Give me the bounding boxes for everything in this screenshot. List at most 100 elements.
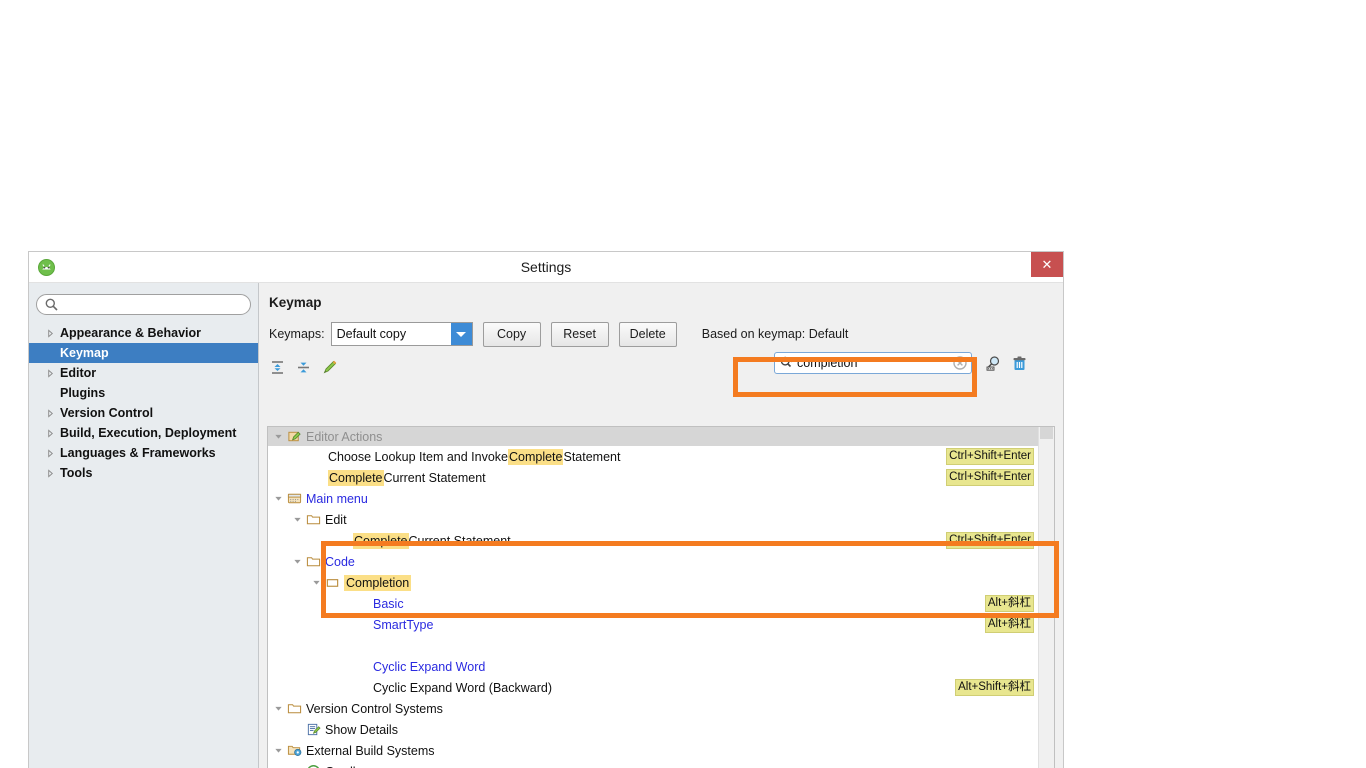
dialog-body: Appearance & Behavior Keymap Editor Plug…: [29, 283, 1063, 768]
sidebar-search-input[interactable]: [36, 294, 251, 315]
tree-row-smarttype[interactable]: SmartType Alt+斜杠: [268, 614, 1038, 635]
tree-row-label: Edit: [325, 512, 347, 527]
chevron-right-icon: [46, 448, 60, 458]
folder-open-icon: [324, 575, 340, 591]
keymaps-label: Keymaps:: [269, 327, 325, 341]
shortcut-badge: Alt+斜杠: [984, 595, 1034, 612]
chevron-down-icon[interactable]: [290, 557, 305, 566]
edit-shortcut-icon[interactable]: [321, 359, 338, 376]
close-button[interactable]: ✕: [1031, 252, 1063, 277]
sidebar-item-label: Build, Execution, Deployment: [60, 426, 237, 440]
sidebar-item-appearance-behavior[interactable]: Appearance & Behavior: [36, 323, 251, 343]
sidebar-item-label: Appearance & Behavior: [60, 326, 202, 340]
sidebar-item-keymap[interactable]: Keymap: [29, 343, 258, 363]
action-search-field[interactable]: [774, 352, 972, 374]
tree-row-label: Cyclic Expand Word (Backward): [373, 680, 552, 695]
chevron-down-icon[interactable]: [271, 704, 286, 713]
action-search-input[interactable]: [797, 354, 947, 372]
sidebar-tree: Appearance & Behavior Keymap Editor Plug…: [29, 323, 258, 483]
sidebar-item-label: Keymap: [60, 346, 109, 360]
tree-row-choose-lookup-item[interactable]: Choose Lookup Item and Invoke Complete S…: [268, 446, 1038, 467]
tree-row-edit[interactable]: Edit: [268, 509, 1038, 530]
search-match-highlight: Completion: [344, 574, 412, 591]
chevron-right-icon: [46, 328, 60, 338]
tree-row-label: Show Details: [325, 722, 398, 737]
tree-row-label: Gradle: [325, 765, 363, 768]
tree-row-complete-current-statement-edit[interactable]: Complete Current Statement Ctrl+Shift+En…: [268, 530, 1038, 551]
chevron-down-icon[interactable]: [271, 494, 286, 503]
tree-row-label: Version Control Systems: [306, 701, 443, 716]
find-by-shortcut-icon[interactable]: [985, 355, 1002, 372]
search-match-highlight: Complete: [507, 448, 564, 465]
tree-row-external-build-systems[interactable]: External Build Systems: [268, 740, 1038, 761]
chevron-right-icon: [46, 368, 60, 378]
shortcut-badge: Alt+Shift+斜杠: [955, 679, 1034, 696]
delete-keymap-button[interactable]: Delete: [618, 321, 677, 347]
tree-row-basic[interactable]: Basic Alt+斜杠: [268, 593, 1038, 614]
delete-icon[interactable]: [1011, 355, 1028, 372]
tree-row-label: Editor Actions: [306, 429, 383, 444]
sidebar-item-plugins[interactable]: Plugins: [36, 383, 251, 403]
settings-dialog: Settings ✕ Appearance & Behavior Keymap …: [28, 251, 1064, 768]
tree-row-label-suffix: Current Statement: [383, 470, 486, 485]
based-on-keymap-label: Based on keymap: Default: [701, 327, 849, 341]
tree-row-version-control-systems[interactable]: Version Control Systems: [268, 698, 1038, 719]
tree-row-editor-actions[interactable]: Editor Actions: [268, 427, 1038, 446]
sidebar-item-label: Languages & Frameworks: [60, 446, 216, 460]
folder-icon: [286, 701, 302, 717]
tree-row-label-suffix: Current Statement: [408, 533, 511, 548]
tree-row-code[interactable]: Code: [268, 551, 1038, 572]
tree-row-label: Main menu: [306, 491, 368, 506]
reset-button[interactable]: Reset: [550, 321, 609, 347]
keymap-select[interactable]: Default copy: [330, 322, 473, 346]
sidebar-item-tools[interactable]: Tools: [36, 463, 251, 483]
tree-row-gradle[interactable]: Gradle: [268, 761, 1038, 768]
sidebar-search: [36, 294, 251, 315]
copy-button[interactable]: Copy: [482, 321, 541, 347]
sidebar-item-label: Plugins: [60, 386, 106, 400]
sidebar-item-editor[interactable]: Editor: [36, 363, 251, 383]
tree-row-label: Cyclic Expand Word: [373, 659, 486, 674]
keymap-actions-tree: Editor Actions Choose Lookup Item and In…: [267, 426, 1055, 768]
chevron-down-icon[interactable]: [290, 515, 305, 524]
title-bar: Settings ✕: [29, 252, 1063, 283]
expand-all-icon[interactable]: [269, 359, 286, 376]
collapse-all-icon[interactable]: [295, 359, 312, 376]
sidebar-item-languages-frameworks[interactable]: Languages & Frameworks: [36, 443, 251, 463]
window-title: Settings: [520, 259, 572, 275]
page-title: Keymap: [269, 295, 322, 310]
keymap-select-value: Default copy: [336, 327, 407, 341]
chevron-down-icon[interactable]: [271, 746, 286, 755]
tree-row-cyclic-expand-word[interactable]: Cyclic Expand Word: [268, 656, 1038, 677]
tree-row-main-menu[interactable]: Main menu: [268, 488, 1038, 509]
shortcut-badge: Ctrl+Shift+Enter: [946, 448, 1034, 465]
sidebar-item-version-control[interactable]: Version Control: [36, 403, 251, 423]
chevron-right-icon: [46, 408, 60, 418]
show-details-icon: [305, 722, 321, 738]
chevron-right-icon: [46, 428, 60, 438]
sidebar-item-label: Tools: [60, 466, 93, 480]
tree-scrollbar-thumb[interactable]: [1040, 427, 1053, 439]
sidebar-item-label: Editor: [60, 366, 97, 380]
editor-actions-icon: [286, 429, 302, 445]
shortcut-badge: Ctrl+Shift+Enter: [946, 469, 1034, 486]
search-match-highlight: Complete: [353, 532, 409, 549]
search-dropdown-icon[interactable]: [780, 356, 795, 371]
tree-row-spacer: [268, 635, 1038, 656]
tree-row-label-suffix: Statement: [563, 449, 621, 464]
settings-sidebar: Appearance & Behavior Keymap Editor Plug…: [29, 283, 259, 768]
tree-row-completion[interactable]: Completion: [268, 572, 1038, 593]
chevron-down-icon[interactable]: [271, 432, 286, 441]
tree-row-label: Choose Lookup Item and Invoke: [328, 449, 508, 464]
tree-row-show-details[interactable]: Show Details: [268, 719, 1038, 740]
sidebar-item-build-execution-deployment[interactable]: Build, Execution, Deployment: [36, 423, 251, 443]
chevron-right-icon: [46, 468, 60, 478]
tree-row-label: Code: [325, 554, 355, 569]
clear-icon[interactable]: [953, 356, 967, 370]
tree-row-complete-current-statement[interactable]: Complete Current Statement Ctrl+Shift+En…: [268, 467, 1038, 488]
chevron-down-icon[interactable]: [450, 323, 472, 345]
tree-row-cyclic-expand-word-backward[interactable]: Cyclic Expand Word (Backward) Alt+Shift+…: [268, 677, 1038, 698]
main-menu-icon: [286, 491, 302, 507]
chevron-down-icon[interactable]: [309, 578, 324, 587]
tree-scrollbar[interactable]: [1038, 427, 1054, 768]
